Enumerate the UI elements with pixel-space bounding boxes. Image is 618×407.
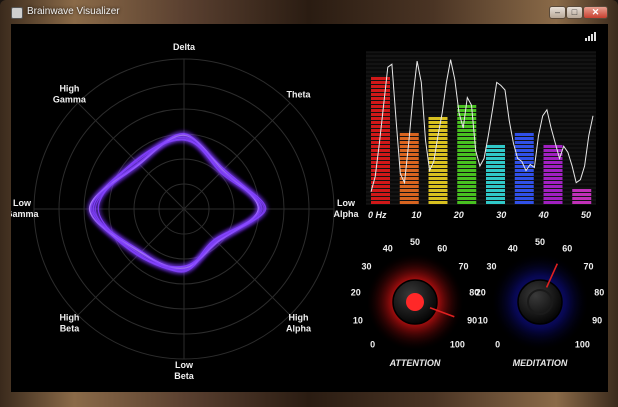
- gauge-tick-label: 90: [467, 316, 477, 326]
- radar-axis-label: Low Beta: [174, 360, 195, 381]
- radar-axis-label: Low Alpha: [333, 198, 359, 219]
- gauge-tick-label: 0: [370, 339, 375, 349]
- gauge-tick-label: 20: [351, 288, 361, 298]
- gauge-tick-label: 90: [592, 316, 602, 326]
- app-icon: [11, 7, 23, 19]
- gauge-tick-label: 40: [508, 244, 518, 254]
- gauge-tick-label: 60: [437, 244, 447, 254]
- spectrum-x-tick: 0 Hz: [368, 210, 387, 220]
- gauge-tick-label: 60: [562, 244, 572, 254]
- gauge-tick-label: 50: [410, 237, 420, 247]
- gauge-tick-label: 20: [476, 288, 486, 298]
- radar-axis-label: Theta: [287, 89, 312, 99]
- radar-trace: [93, 139, 262, 273]
- gauge-tick-label: 100: [575, 339, 590, 349]
- gauge-tick-label: 100: [450, 339, 465, 349]
- window-frame: Brainwave Visualizer – □ ✕ Delta Theta L…: [0, 0, 618, 407]
- spectrum-x-tick: 40: [538, 210, 549, 220]
- spectrum-x-tick: 50: [581, 210, 591, 220]
- gauge-tick-label: 30: [361, 262, 371, 272]
- radar-labels: Delta Theta Low Alpha High Alpha Low Beta High Be…: [5, 42, 359, 381]
- title-bar[interactable]: Brainwave Visualizer – □ ✕: [0, 0, 618, 24]
- radar-axis-label: High Alpha: [286, 313, 312, 334]
- radar-trace: [97, 137, 267, 271]
- radar-axis-label: Delta: [173, 42, 196, 52]
- gauge-tick-label: 0: [495, 339, 500, 349]
- minimize-button[interactable]: –: [549, 6, 566, 19]
- radar-trace: [92, 132, 263, 268]
- radar-trace-glow: [96, 136, 268, 272]
- spectrum-bar: [457, 105, 477, 204]
- gauge-tick-label: 10: [353, 316, 363, 326]
- spectrum-x-tick: 30: [496, 210, 506, 220]
- gauge-caption: MEDITATION: [513, 358, 568, 368]
- radar-spoke: [183, 208, 291, 316]
- gauge-tick-label: 40: [383, 244, 393, 254]
- visualizer-svg: Delta Theta Low Alpha High Alpha Low Beta High Be…: [5, 32, 605, 381]
- spectrum-x-tick: 20: [453, 210, 464, 220]
- maximize-button[interactable]: □: [566, 6, 583, 19]
- spectrum-bar: [543, 145, 563, 204]
- gauge-tick-label: 70: [458, 262, 468, 272]
- gauge-tick-label: 80: [594, 288, 604, 298]
- meditation-gauge: 0 10 20 30 40 50 60 70 80 90 100 MEDITATION: [476, 237, 605, 368]
- radar-trace-glow: [91, 131, 264, 269]
- radar-axis-label: High Gamma: [53, 83, 87, 104]
- radar-spoke: [183, 102, 291, 210]
- attention-gauge: 0102030405060708090100ATTENTION: [351, 237, 480, 368]
- radar-trace: [89, 136, 259, 271]
- radar-trace-glow: [88, 135, 260, 272]
- gauge-center-light: [406, 293, 424, 311]
- visualizer-canvas: Delta Theta Low Alpha High Alpha Low Beta High Be…: [5, 24, 608, 392]
- radar-spoke: [77, 208, 185, 316]
- spectrum-x-ticks: 0 Hz 10 20 30 40 50: [368, 210, 591, 220]
- spectrum-bar: [486, 145, 505, 204]
- gauge-tick-label: 30: [486, 262, 496, 272]
- gauge-tick-label: 10: [478, 316, 488, 326]
- close-button[interactable]: ✕: [583, 6, 608, 19]
- spectrum-x-tick: 10: [411, 210, 421, 220]
- gauge-caption: ATTENTION: [389, 358, 441, 368]
- gauge-tick-label: 70: [583, 262, 593, 272]
- signal-strength-icon: [585, 32, 596, 41]
- radar-axis-label: High Beta: [59, 313, 80, 334]
- radar-spoke: [77, 102, 185, 210]
- radar-axis-label: LowGamma: [11, 198, 39, 219]
- gauge-tick-label: 50: [535, 237, 545, 247]
- window-title: Brainwave Visualizer: [27, 6, 120, 17]
- radar-trace-glow: [92, 138, 263, 274]
- gauge-knob[interactable]: [517, 279, 563, 325]
